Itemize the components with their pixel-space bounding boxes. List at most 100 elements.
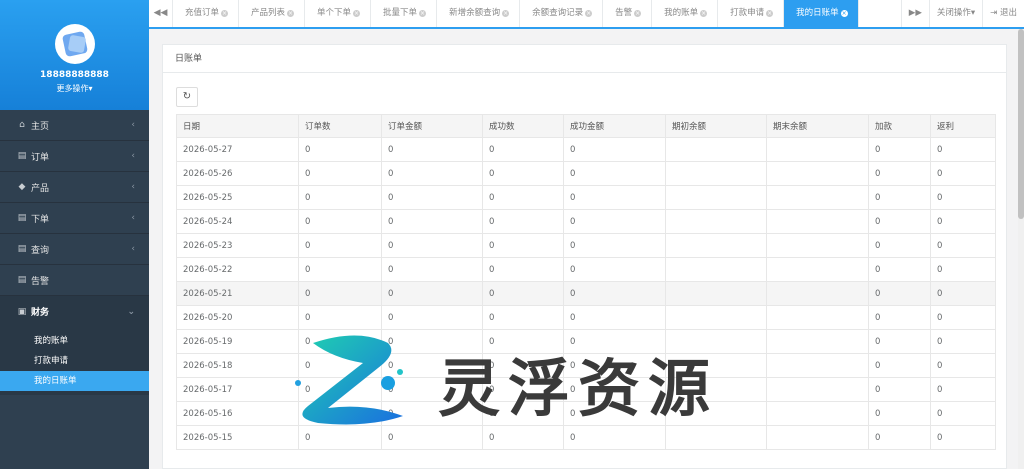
close-icon[interactable]: ×: [419, 10, 427, 17]
table-cell: 2026-05-17: [176, 377, 299, 402]
sidebar-item-label: 告警: [31, 276, 50, 287]
document-icon: ▤: [17, 151, 27, 161]
caret-down-icon: ▾: [970, 8, 976, 18]
tab-1[interactable]: 产品列表 ×: [239, 0, 306, 27]
table-row: 2026-05-17 0 0 0 0 0 0: [176, 377, 996, 402]
tab-7[interactable]: 我的账单 ×: [652, 0, 719, 27]
table-cell: 0: [298, 281, 382, 306]
table-cell: 0: [298, 161, 382, 186]
table-cell: 0: [563, 257, 666, 282]
close-ops-dropdown[interactable]: 关闭操作▾: [928, 0, 982, 27]
table-cell: 2026-05-24: [176, 209, 299, 234]
table-cell: 0: [868, 377, 931, 402]
column-header: 返利: [930, 114, 996, 138]
table-cell: 0: [482, 233, 564, 258]
sidebar-item-home[interactable]: ⌂ 主页 ‹: [0, 110, 149, 141]
sidebar-item-products[interactable]: ◆ 产品 ‹: [0, 172, 149, 203]
chevron-down-icon: ⌄: [127, 306, 135, 317]
more-ops-dropdown[interactable]: 更多操作▾: [0, 83, 149, 94]
tab-6[interactable]: 告警 ×: [603, 0, 653, 27]
table-cell: 0: [563, 305, 666, 330]
table-cell: [766, 401, 869, 426]
tab-9[interactable]: 我的日账单 ×: [784, 0, 859, 27]
close-icon[interactable]: ×: [353, 10, 361, 17]
sidebar-item-query[interactable]: ▤ 查询 ‹: [0, 234, 149, 265]
page-scrollbar-thumb[interactable]: [1018, 29, 1024, 219]
avatar[interactable]: [54, 24, 95, 64]
table-cell: 0: [381, 185, 483, 210]
table-cell: 0: [298, 209, 382, 234]
sidebar-subitem-payment-request[interactable]: 打款申请: [0, 351, 149, 371]
table-cell: 0: [868, 257, 931, 282]
chevron-left-icon: ‹: [131, 120, 135, 130]
sidebar-item-label: 订单: [31, 152, 50, 163]
close-icon[interactable]: ×: [700, 10, 708, 17]
table-cell: [665, 425, 767, 450]
tab-8[interactable]: 打款申请 ×: [718, 0, 785, 27]
close-icon[interactable]: ×: [287, 10, 295, 17]
table-cell: [665, 353, 767, 378]
panel-title: 日账单: [163, 45, 1006, 73]
table-cell: 0: [868, 209, 931, 234]
close-icon[interactable]: ×: [840, 10, 848, 17]
table-cell: [665, 281, 767, 306]
table-cell: 0: [930, 161, 996, 186]
table-cell: 0: [298, 137, 382, 162]
money-icon: ▣: [17, 306, 27, 317]
table-row: 2026-05-21 0 0 0 0 0 0: [176, 281, 996, 306]
tab-2[interactable]: 单个下单 ×: [305, 0, 372, 27]
table-cell: 0: [482, 353, 564, 378]
tab-label: 产品列表: [251, 8, 286, 18]
table-cell: 0: [381, 209, 483, 234]
close-icon[interactable]: ×: [634, 10, 642, 17]
table-row: 2026-05-25 0 0 0 0 0 0: [176, 185, 996, 210]
chevron-left-icon: ‹: [131, 213, 135, 223]
table-row: 2026-05-19 0 0 0 0 0 0: [176, 329, 996, 354]
tab-5[interactable]: 余额查询记录 ×: [520, 0, 604, 27]
sidebar-item-alerts[interactable]: ▤ 告警: [0, 265, 149, 296]
table-cell: [766, 377, 869, 402]
table-cell: [665, 137, 767, 162]
table-cell: [766, 329, 869, 354]
column-header: 加款: [868, 114, 931, 138]
sidebar-item-orders[interactable]: ▤ 订单 ‹: [0, 141, 149, 172]
table-cell: 0: [482, 209, 564, 234]
table-cell: 0: [563, 185, 666, 210]
tab-4[interactable]: 新增余额查询 ×: [437, 0, 521, 27]
tab-3[interactable]: 批量下单 ×: [371, 0, 438, 27]
table-cell: [665, 185, 767, 210]
close-icon[interactable]: ×: [221, 10, 229, 17]
sidebar-item-finance[interactable]: ▣ 财务 ⌄: [0, 296, 149, 327]
table-cell: 0: [482, 305, 564, 330]
sidebar-item-place-order[interactable]: ▤ 下单 ‹: [0, 203, 149, 234]
column-header: 订单金额: [381, 114, 483, 138]
table-cell: 0: [930, 257, 996, 282]
sidebar-subitem-daily-bill[interactable]: 我的日账单: [0, 371, 149, 391]
table-cell: 0: [381, 305, 483, 330]
table-cell: 0: [482, 137, 564, 162]
close-icon[interactable]: ×: [502, 10, 510, 17]
column-header: 期初余额: [665, 114, 767, 138]
table-cell: 0: [381, 137, 483, 162]
tab-0[interactable]: 充值订单 ×: [173, 0, 240, 27]
table-row: 2026-05-24 0 0 0 0 0 0: [176, 209, 996, 234]
table-cell: 0: [868, 353, 931, 378]
search-doc-icon: ▤: [17, 244, 27, 254]
table-cell: 0: [381, 329, 483, 354]
table-cell: 0: [930, 209, 996, 234]
table-cell: 0: [563, 425, 666, 450]
table-cell: 0: [868, 329, 931, 354]
table-cell: 0: [482, 257, 564, 282]
sidebar-subitem-my-bill[interactable]: 我的账单: [0, 331, 149, 351]
close-icon[interactable]: ×: [585, 10, 593, 17]
table-cell: 0: [563, 329, 666, 354]
table-cell: 0: [563, 281, 666, 306]
logout-button[interactable]: ⇥ 退出: [982, 0, 1024, 27]
tabs-next-icon[interactable]: ▶▶: [900, 0, 929, 27]
chevron-left-icon: ‹: [131, 151, 135, 161]
table-cell: 0: [298, 305, 382, 330]
tabs-prev-icon[interactable]: ◀◀: [149, 0, 173, 27]
close-icon[interactable]: ×: [766, 10, 774, 17]
table-cell: 0: [482, 281, 564, 306]
refresh-button[interactable]: ↻: [176, 87, 198, 107]
